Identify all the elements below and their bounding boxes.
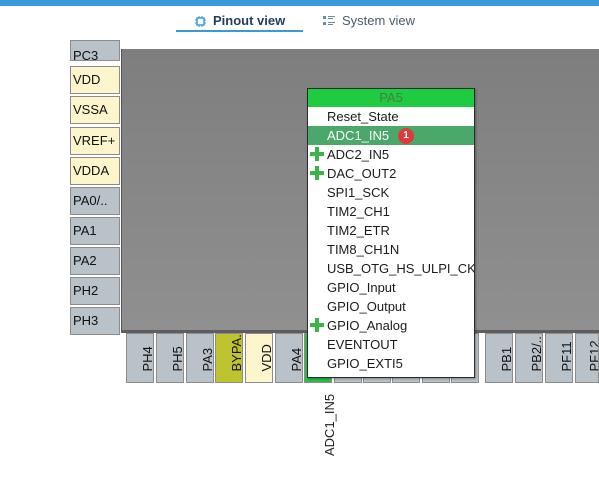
plus-icon	[309, 146, 325, 162]
menu-title: PA5	[308, 89, 474, 107]
menu-item-tim2-ch1[interactable]: TIM2_CH1	[308, 202, 474, 221]
pin-label: PA1	[73, 223, 97, 238]
menu-item-label: GPIO_Input	[327, 280, 396, 295]
pin-label: VDDA	[73, 163, 110, 178]
pin-left-5[interactable]: PA0/..	[70, 187, 120, 215]
pin-left-2[interactable]: VSSA	[70, 96, 120, 124]
menu-item-label: TIM2_CH1	[327, 204, 390, 219]
pin-label: PH5	[170, 346, 184, 372]
menu-item-reset-state[interactable]: Reset_State	[308, 107, 474, 126]
pin-bottom-0[interactable]: PH4	[126, 333, 154, 383]
pin-label: PC3	[73, 48, 99, 61]
menu-item-label: GPIO_Analog	[327, 318, 408, 333]
pin-left-6[interactable]: PA1	[70, 217, 120, 245]
menu-item-adc2-in5[interactable]: ADC2_IN5	[308, 145, 474, 164]
pin-left-9[interactable]: PH3	[70, 307, 120, 335]
menu-item-label: TIM8_CH1N	[327, 242, 400, 257]
menu-item-label: ADC2_IN5	[327, 147, 390, 162]
pin-label: PF11	[559, 341, 573, 372]
pin-bottom-pb1[interactable]: PB1	[485, 333, 513, 383]
pin-bottom-pf11[interactable]: PF11	[545, 333, 573, 383]
pin-label: PH4	[140, 346, 154, 372]
menu-item-tim2-etr[interactable]: TIM2_ETR	[308, 221, 474, 240]
plus-icon	[309, 165, 325, 181]
pin-bottom-2[interactable]: PA3	[186, 333, 214, 383]
pin-signal-label: ADC1_IN5	[322, 393, 337, 456]
pin-function-menu: PA5 Reset_State ADC1_IN5 1 ADC2_IN5 DAC_…	[307, 88, 475, 378]
pin-label: PA3	[200, 347, 214, 372]
pin-label: PA4	[289, 347, 303, 372]
tab-system-view[interactable]: System view	[322, 11, 415, 31]
tab-pinout-view[interactable]: Pinout view	[194, 11, 285, 31]
pin-bottom-pb2[interactable]: PB2/..	[515, 333, 543, 383]
pin-label: VDD	[73, 72, 101, 87]
pin-bottom-5[interactable]: PA4	[275, 333, 303, 383]
menu-item-label: TIM2_ETR	[327, 223, 390, 238]
menu-item-label: Reset_State	[327, 109, 399, 124]
pin-left-8[interactable]: PH2	[70, 277, 120, 305]
plus-icon	[309, 317, 325, 333]
pin-bottom-1[interactable]: PH5	[156, 333, 184, 383]
pin-bottom-4[interactable]: VDD	[245, 333, 273, 383]
menu-item-usb-otg-hs-ulpi-ck[interactable]: USB_OTG_HS_ULPI_CK	[308, 259, 474, 278]
pin-label: PF12	[587, 340, 599, 372]
menu-item-eventout[interactable]: EVENTOUT	[308, 335, 474, 354]
pin-label: VREF+	[73, 133, 116, 148]
menu-item-spi1-sck[interactable]: SPI1_SCK	[308, 183, 474, 202]
pin-label: PB1	[499, 346, 513, 372]
menu-item-label: DAC_OUT2	[327, 166, 397, 181]
chip-icon	[195, 15, 206, 27]
pin-left-7[interactable]: PA2	[70, 247, 120, 275]
menu-item-gpio-analog[interactable]: GPIO_Analog	[308, 316, 474, 335]
pin-label: PA0/..	[73, 193, 108, 208]
tab-system-label: System view	[342, 13, 415, 28]
pin-label: PH3	[73, 313, 99, 328]
pin-label: PH2	[73, 283, 99, 298]
pin-left-1[interactable]: VDD	[70, 66, 120, 94]
tab-pinout-label: Pinout view	[213, 13, 286, 28]
pin-label: PA2	[73, 253, 97, 268]
menu-item-dac-out2[interactable]: DAC_OUT2	[308, 164, 474, 183]
active-tab-indicator	[176, 30, 303, 32]
menu-item-label: GPIO_Output	[327, 299, 406, 314]
menu-item-label: EVENTOUT	[327, 337, 398, 352]
menu-item-gpio-input[interactable]: GPIO_Input	[308, 278, 474, 297]
step-badge: 1	[398, 128, 414, 144]
pin-label: VDD	[259, 344, 273, 372]
pin-bottom-pf12[interactable]: PF12	[575, 333, 599, 383]
menu-item-label: USB_OTG_HS_ULPI_CK	[327, 261, 474, 276]
pin-left-3[interactable]: VREF+	[70, 127, 120, 155]
list-grid-icon	[323, 16, 335, 25]
menu-item-label: GPIO_EXTI5	[327, 356, 403, 371]
menu-item-adc1-in5[interactable]: ADC1_IN5 1	[308, 126, 474, 145]
pin-left-4[interactable]: VDDA	[70, 157, 120, 185]
pin-label: PB2/..	[529, 336, 543, 372]
pin-label: BYPA..	[229, 333, 243, 372]
menu-item-label: SPI1_SCK	[327, 185, 390, 200]
menu-item-tim8-ch1n[interactable]: TIM8_CH1N	[308, 240, 474, 259]
menu-item-gpio-output[interactable]: GPIO_Output	[308, 297, 474, 316]
pin-bottom-3[interactable]: BYPA..	[215, 333, 243, 383]
pin-label: VSSA	[73, 102, 108, 117]
menu-item-gpio-exti5[interactable]: GPIO_EXTI5	[308, 354, 474, 373]
menu-item-label: ADC1_IN5	[327, 128, 390, 143]
pin-left-0[interactable]: PC3	[70, 40, 120, 61]
top-accent-bar	[0, 0, 599, 6]
